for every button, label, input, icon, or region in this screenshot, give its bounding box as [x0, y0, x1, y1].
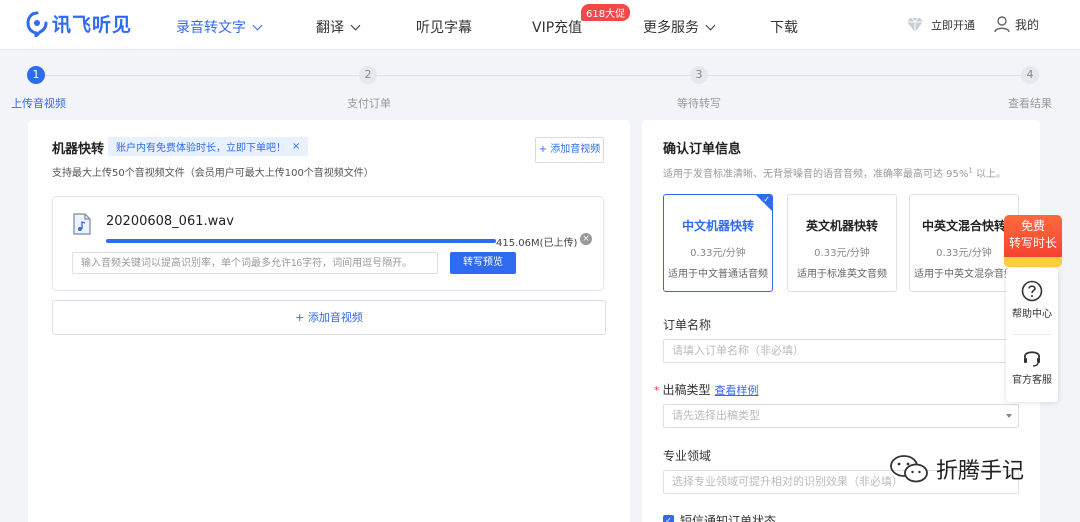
promo-badge: 618大促 — [581, 4, 631, 21]
nav-label: 翻译 — [316, 20, 344, 36]
user-icon — [994, 16, 1010, 33]
sms-label: 短信通知订单状态 — [680, 514, 777, 522]
file-name: 20200608_061.wav — [106, 214, 234, 229]
my-account-link[interactable]: 我的 — [994, 16, 1039, 33]
remove-file-icon[interactable]: × — [580, 233, 592, 245]
headset-icon — [1024, 351, 1040, 367]
nav-subtitles[interactable]: 听见字幕 — [416, 17, 472, 37]
plan-name: 中英文混合快转 — [921, 219, 1006, 233]
coins-decoration — [1004, 257, 1062, 267]
my-account-label: 我的 — [1015, 18, 1040, 32]
chevron-down-icon — [350, 20, 361, 31]
plan-price: 0.33元/分钟 — [814, 248, 870, 259]
logo-text: 讯飞听见 — [52, 14, 133, 36]
close-icon[interactable]: × — [292, 141, 300, 152]
plan-price: 0.33元/分钟 — [690, 248, 746, 259]
upload-progress-fill — [106, 239, 496, 243]
plan-desc: 适用于中英文混杂音频 — [914, 269, 1014, 280]
step-2-label: 支付订单 — [347, 97, 391, 110]
draft-type-label-row: * 出稿类型 查看样例 — [654, 381, 759, 398]
keyword-input[interactable] — [72, 252, 438, 274]
domain-label: 专业领域 — [663, 449, 712, 463]
draft-type-placeholder: 请先选择出稿类型 — [672, 409, 760, 422]
chevron-down-icon — [705, 20, 716, 31]
step-3-circle: 3 — [690, 66, 708, 84]
vip-open-label: 立即开通 — [931, 19, 975, 32]
customer-service-label: 官方客服 — [1012, 375, 1052, 386]
chevron-down-icon — [252, 20, 263, 31]
step-1-label: 上传音视频 — [11, 97, 66, 110]
step-4-label: 查看结果 — [1008, 97, 1052, 110]
nav-label: 录音转文字 — [176, 20, 246, 36]
plan-name: 英文机器快转 — [805, 219, 878, 233]
transcribe-preview-button[interactable]: 转写预览 — [450, 252, 516, 274]
upload-limit-note: 支持最大上传50个音视频文件（会员用户可最大上传100个音视频文件） — [52, 168, 374, 179]
step-3-label: 等待转写 — [677, 97, 721, 110]
uploaded-file-card: 20200608_061.wav 415.06M(已上传) × 转写预览 — [52, 196, 604, 291]
order-subtitle-main: 适用于发音标准清晰、无背景噪音的语音音频，准确率最高可达 95% — [663, 169, 969, 180]
free-trial-tip-text: 账户内有免费体验时长，立即下单吧！ — [116, 143, 286, 154]
nav-record-to-text[interactable]: 录音转文字 — [176, 17, 263, 37]
watermark-text: 折腾手记 — [936, 459, 1025, 484]
customer-service-button[interactable]: 官方客服 — [1006, 346, 1058, 386]
step-2-circle: 2 — [359, 66, 377, 84]
nav-download[interactable]: 下载 — [770, 17, 798, 37]
vip-open-link[interactable]: 立即开通 — [906, 17, 975, 33]
logo[interactable]: 讯飞听见 — [26, 10, 132, 37]
plan-mixed-machine[interactable]: 中英文混合快转 0.33元/分钟 适用于中英文混杂音频 — [909, 194, 1019, 292]
view-sample-link[interactable]: 查看样例 — [715, 384, 759, 397]
add-media-button[interactable]: + 添加音视频 — [52, 300, 606, 335]
plan-desc: 适用于中文普通话音频 — [668, 269, 768, 280]
plan-desc: 适用于标准英文音频 — [797, 269, 887, 280]
plan-price: 0.33元/分钟 — [936, 248, 992, 259]
order-name-input[interactable]: 请填入订单名称（非必填） — [663, 339, 1019, 363]
diamond-icon — [907, 17, 923, 32]
nav-vip-recharge[interactable]: VIP充值 — [532, 17, 582, 37]
order-subtitle-tail: 以上。 — [972, 169, 1007, 180]
upload-title: 机器快转 — [52, 142, 105, 157]
required-mark: * — [654, 384, 660, 397]
plan-name: 中文机器快转 — [681, 219, 754, 233]
watermark: 折腾手记 — [888, 453, 1024, 485]
plan-chinese-machine[interactable]: ✓ 中文机器快转 0.33元/分钟 适用于中文普通话音频 — [663, 194, 773, 292]
add-media-button-small[interactable]: + 添加音视频 — [535, 137, 604, 163]
audio-file-icon — [73, 213, 91, 235]
order-name-label: 订单名称 — [663, 318, 712, 332]
steps-track — [36, 75, 1030, 76]
order-title: 确认订单信息 — [663, 142, 742, 157]
free-minutes-promo[interactable]: 免费 转写时长 — [1004, 215, 1062, 267]
file-size-status: 415.06M(已上传) — [496, 238, 578, 249]
draft-type-label: 出稿类型 — [662, 383, 711, 397]
side-toolbar: 帮助中心 官方客服 — [1006, 268, 1058, 402]
order-subtitle: 适用于发音标准清晰、无背景噪音的语音音频，准确率最高可达 95%1 以上。 — [663, 165, 1006, 180]
nav-label: VIP充值 — [532, 20, 583, 36]
help-center-label: 帮助中心 — [1012, 309, 1052, 320]
upload-progress-bar — [106, 239, 496, 243]
help-center-button[interactable]: 帮助中心 — [1006, 280, 1058, 320]
divider — [1012, 334, 1052, 335]
nav-label: 听见字幕 — [416, 20, 472, 36]
sms-notify-row[interactable]: ✓ 短信通知订单状态 — [663, 512, 776, 522]
plan-english-machine[interactable]: 英文机器快转 0.33元/分钟 适用于标准英文音频 — [787, 194, 897, 292]
top-navigation-bar: 讯飞听见 录音转文字 翻译 听见字幕 VIP充值 618大促 更多服务 下载 立… — [0, 0, 1080, 50]
promo-line-1: 免费 — [1020, 219, 1045, 233]
caret-down-icon — [1006, 414, 1012, 418]
upload-panel: 机器快转 账户内有免费体验时长，立即下单吧！ × + 添加音视频 支持最大上传5… — [28, 120, 630, 522]
nav-more-services[interactable]: 更多服务 — [643, 17, 716, 37]
step-4-circle: 4 — [1021, 66, 1039, 84]
free-trial-tip: 账户内有免费体验时长，立即下单吧！ × — [108, 137, 309, 156]
logo-icon — [26, 11, 48, 37]
nav-label: 更多服务 — [643, 20, 699, 36]
promo-line-2: 转写时长 — [1008, 236, 1057, 250]
question-icon — [1021, 280, 1043, 302]
check-icon: ✓ — [763, 195, 770, 204]
sms-checkbox[interactable]: ✓ — [663, 515, 674, 522]
step-1-circle: 1 — [27, 66, 45, 84]
draft-type-select[interactable]: 请先选择出稿类型 — [663, 404, 1019, 428]
wechat-icon — [890, 455, 928, 483]
nav-translate[interactable]: 翻译 — [316, 17, 361, 37]
nav-label: 下载 — [770, 20, 798, 36]
